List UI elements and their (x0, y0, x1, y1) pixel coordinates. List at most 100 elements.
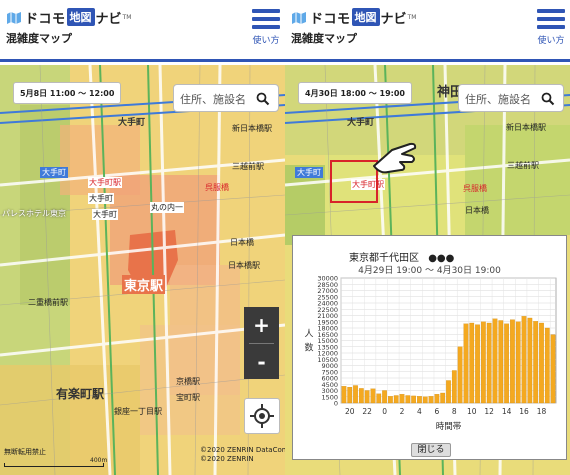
data-bar (388, 396, 393, 404)
y-axis-label: 数 (304, 342, 313, 354)
data-bar (481, 321, 486, 404)
data-bar (422, 396, 428, 404)
map-label: 三越前駅 (507, 161, 539, 170)
data-bar (347, 387, 353, 404)
map-label: 大手町 (295, 167, 323, 178)
popup-title: 東京都千代田区 ●●● (349, 249, 454, 264)
map-label: 丸の内一 (150, 202, 184, 213)
search-input[interactable] (180, 90, 258, 108)
x-tick-label: 16 (519, 407, 529, 416)
search-input[interactable] (465, 90, 543, 108)
map-label: 新日本橋駅 (506, 123, 546, 132)
data-bar (451, 370, 457, 404)
y-axis-label: 人 (304, 329, 313, 340)
data-bar (498, 320, 504, 404)
x-axis-label: 時間帯 (436, 421, 462, 432)
datetime-label[interactable]: 5月8日 11:00 ～ 12:00 (13, 82, 122, 104)
close-button[interactable]: 閉じる (411, 443, 451, 457)
data-bar (533, 321, 539, 404)
congestion-chart: 0150030004500600075009000105001200013500… (304, 275, 557, 432)
data-bar (411, 395, 416, 404)
logo-tm-text: TM (407, 13, 417, 21)
map-label: 大手町 (88, 193, 114, 204)
map-logo-icon (7, 11, 21, 24)
attribution-line-2: ©2020 ZENRIN (200, 455, 254, 463)
zoom-out-button[interactable]: - (244, 344, 279, 380)
data-bar (393, 395, 399, 404)
x-tick-label: 14 (502, 407, 512, 416)
search-icon[interactable] (256, 92, 270, 106)
data-bar (434, 394, 440, 404)
data-bar (364, 390, 370, 404)
logo-chizu-text: 地図 (66, 8, 95, 26)
map-label: 二重橋前駅 (28, 298, 68, 307)
x-tick-label: 8 (452, 407, 457, 416)
map-label: 大手町 (118, 118, 146, 128)
x-tick-label: 10 (467, 407, 477, 416)
app-logo[interactable]: ドコモ 地図 ナビ TM (6, 8, 131, 27)
logo-navi-text: ナビ (380, 11, 407, 27)
x-tick-label: 4 (417, 407, 422, 416)
logo-docomo-text: ドコモ (25, 11, 66, 27)
data-bar (527, 317, 533, 404)
header: ドコモ 地図 ナビ TM 混雑度マップ 使い方 (0, 0, 285, 62)
zoom-control: + - (244, 307, 279, 379)
x-tick-label: 2 (400, 407, 405, 416)
data-bar (382, 390, 387, 404)
data-bar (358, 388, 364, 404)
map-label: 京橋駅 (176, 377, 200, 386)
x-tick-label: 12 (484, 407, 494, 416)
x-tick-label: 18 (537, 407, 547, 416)
map-attribution: ©2020 ZENRIN DataCom ©2020 ZENRIN (200, 446, 285, 464)
attribution-line-1: ©2020 ZENRIN DataCom (200, 446, 285, 454)
app-logo[interactable]: ドコモ 地図 ナビ TM (291, 8, 417, 27)
data-bar (341, 386, 347, 404)
crosshair-icon (250, 404, 274, 428)
data-bar (463, 323, 469, 404)
map-label: パレスホテル東京 (2, 209, 66, 218)
logo-navi-text: ナビ (95, 11, 122, 27)
copyright-notice: 無断転用禁止 (4, 448, 46, 456)
menu-button[interactable]: 使い方 (535, 9, 567, 49)
logo-chizu-text: 地図 (351, 8, 380, 26)
map-label: 大手町 (92, 209, 118, 220)
data-bar (521, 316, 527, 404)
data-bar (353, 385, 358, 404)
data-bar (376, 393, 382, 404)
pointing-hand-icon (373, 142, 417, 174)
x-tick-label: 0 (382, 407, 387, 416)
map-logo-icon (292, 11, 306, 24)
search-icon[interactable] (541, 92, 555, 106)
search-box[interactable] (173, 84, 279, 112)
map-label: 大手町 (40, 167, 68, 178)
datetime-label[interactable]: 4月30日 18:00 ～ 19:00 (298, 82, 412, 104)
zoom-in-button[interactable]: + (244, 307, 279, 343)
hamburger-icon (537, 9, 565, 13)
data-bar (457, 346, 463, 404)
map-label: 呉服橋 (463, 184, 487, 193)
current-location-button[interactable] (244, 398, 280, 434)
data-bar (428, 396, 434, 404)
map-label: 呉服橋 (205, 183, 229, 192)
left-panel: ドコモ 地図 ナビ TM 混雑度マップ 使い方 大手町 大手町 大手町駅 大手町… (0, 0, 285, 475)
x-tick-label: 6 (434, 407, 439, 416)
data-bar (370, 388, 376, 404)
data-bar (510, 319, 515, 404)
tokyo-station-label: 東京駅 (122, 275, 166, 294)
x-tick-label: 20 (345, 407, 355, 416)
search-box[interactable] (458, 84, 564, 112)
menu-button[interactable]: 使い方 (250, 9, 282, 49)
map-label: 大手町駅 (88, 177, 122, 188)
map-label: 宝町駅 (176, 393, 200, 402)
congestion-map[interactable]: 大手町 大手町 大手町駅 大手町 大手町 丸の内一 日本橋 東京駅 新日本橋駅 … (0, 65, 285, 475)
map-label: 三越前駅 (232, 162, 264, 171)
data-bar (475, 324, 480, 404)
scale-distance: 400m (90, 457, 108, 464)
data-bar (492, 318, 498, 404)
map-label: 大手町 (347, 118, 375, 128)
page-subtitle: 混雑度マップ (291, 32, 357, 45)
logo-docomo-text: ドコモ (310, 11, 351, 27)
data-bar (504, 323, 509, 404)
map-label: 新日本橋駅 (232, 124, 272, 133)
data-bar (550, 334, 556, 404)
